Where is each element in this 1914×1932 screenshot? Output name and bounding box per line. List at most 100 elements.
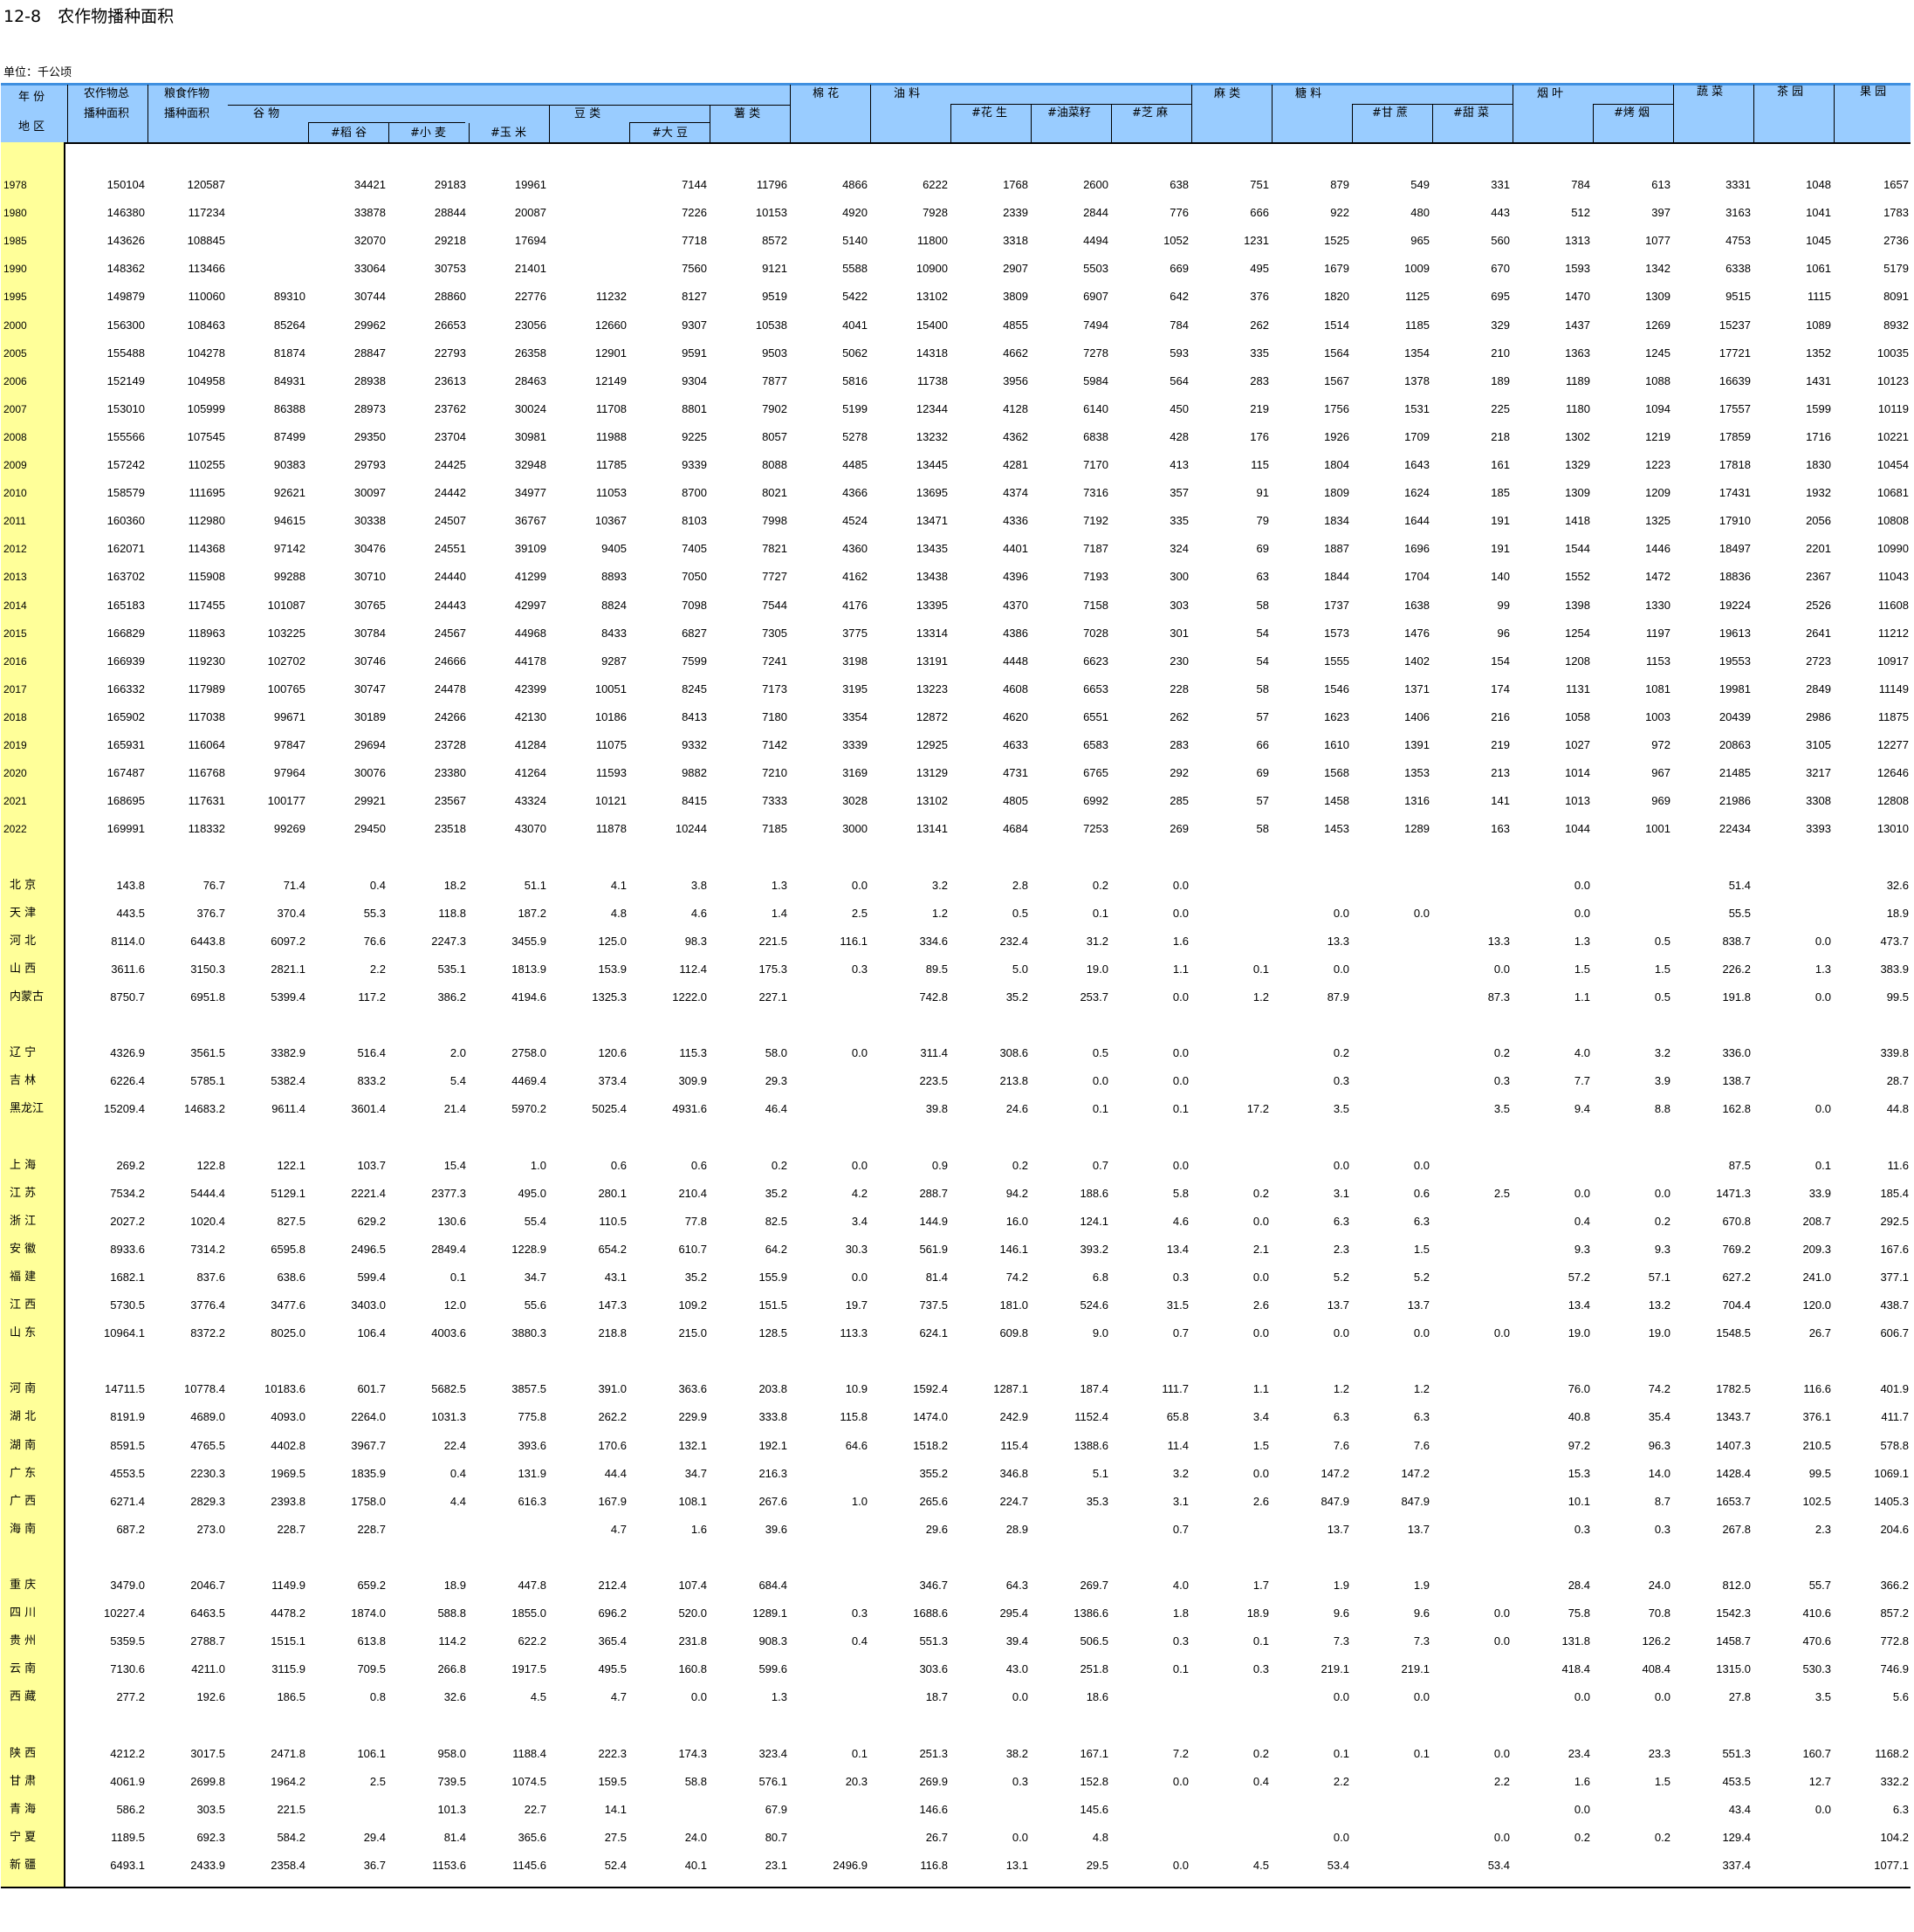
table-cell: 30097 bbox=[353, 486, 386, 500]
table-cell: 120.6 bbox=[598, 1046, 627, 1060]
table-cell: 89.5 bbox=[925, 962, 948, 976]
table-cell: 9882 bbox=[682, 766, 707, 780]
table-cell: 1223 bbox=[1645, 458, 1670, 471]
table-cell: 0.0 bbox=[1654, 1690, 1670, 1704]
table-cell: 24.0 bbox=[684, 1830, 707, 1844]
table-cell: 11.6 bbox=[1887, 1158, 1909, 1172]
table-cell: 28938 bbox=[353, 373, 386, 387]
table-cell: 131.8 bbox=[1561, 1634, 1590, 1648]
table-cell: 1564 bbox=[1324, 346, 1349, 360]
table-cell: 30753 bbox=[434, 262, 466, 276]
table-cell: 14.0 bbox=[1648, 1466, 1670, 1480]
table-cell: 28.9 bbox=[1005, 1522, 1028, 1536]
table-cell: 1437 bbox=[1565, 318, 1590, 332]
table-cell: 20863 bbox=[1718, 738, 1751, 751]
table-cell: 58 bbox=[1256, 822, 1269, 836]
table-cell: 495.0 bbox=[518, 1186, 546, 1200]
table-cell: 118963 bbox=[188, 626, 225, 640]
table-cell: 4.2 bbox=[851, 1186, 868, 1200]
table-cell: 44.4 bbox=[604, 1466, 627, 1480]
table-cell: 11796 bbox=[756, 178, 787, 191]
table-cell: 11043 bbox=[1877, 570, 1909, 584]
table-cell: 1.0 bbox=[530, 1158, 546, 1172]
table-cell: 2821.1 bbox=[271, 962, 305, 976]
table-cell: 704.4 bbox=[1722, 1298, 1751, 1312]
table-cell: 30024 bbox=[514, 401, 546, 415]
table-cell: 166939 bbox=[106, 654, 145, 668]
table-cell: 228.7 bbox=[357, 1522, 386, 1536]
table-cell: 1.6 bbox=[1172, 934, 1189, 948]
table-cell: 301 bbox=[1170, 626, 1189, 640]
table-cell: 1758.0 bbox=[351, 1494, 386, 1508]
table-cell: 112980 bbox=[188, 514, 225, 528]
table-cell: 10244 bbox=[675, 822, 707, 836]
table-cell: 0.2 bbox=[1012, 1158, 1028, 1172]
table-cell: 0.3 bbox=[1493, 1074, 1510, 1088]
table-cell: 4360 bbox=[842, 542, 868, 556]
row-year-label: 2022 bbox=[3, 823, 27, 836]
table-cell: 11875 bbox=[1877, 709, 1909, 723]
table-cell: 2339 bbox=[1003, 206, 1028, 220]
table-cell: 192.1 bbox=[758, 1438, 787, 1452]
table-cell: 355.2 bbox=[919, 1466, 948, 1480]
table-cell: 122.1 bbox=[277, 1158, 305, 1172]
table-cell: 0.0 bbox=[1413, 1690, 1430, 1704]
table-cell: 82.5 bbox=[765, 1214, 787, 1228]
table-cell: 333.8 bbox=[758, 1410, 787, 1424]
table-cell: 1354 bbox=[1404, 346, 1430, 360]
table-cell: 1514 bbox=[1324, 318, 1349, 332]
table-cell: 551.3 bbox=[919, 1634, 948, 1648]
table-cell: 3455.9 bbox=[511, 934, 546, 948]
table-cell: 709.5 bbox=[357, 1662, 386, 1676]
table-cell: 112.4 bbox=[679, 962, 707, 976]
table-cell: 1153 bbox=[1646, 654, 1670, 668]
table-cell: 0.0 bbox=[851, 1158, 868, 1172]
table-cell: 0.0 bbox=[851, 1270, 868, 1284]
table-cell: 33.9 bbox=[1808, 1186, 1831, 1200]
table-cell: 13471 bbox=[916, 514, 948, 528]
table-cell: 104958 bbox=[187, 373, 225, 387]
table-cell: 1.5 bbox=[1413, 1242, 1430, 1256]
header-rapeseed: #油菜籽 bbox=[1047, 106, 1091, 120]
table-cell: 1009 bbox=[1404, 262, 1430, 276]
table-cell: 167.9 bbox=[598, 1494, 627, 1508]
table-cell: 144.9 bbox=[919, 1214, 948, 1228]
row-region-label: 内蒙古 bbox=[10, 990, 45, 1004]
table-cell: 7173 bbox=[762, 682, 787, 695]
row-year-label: 2010 bbox=[3, 487, 27, 500]
table-cell: 4931.6 bbox=[672, 1102, 707, 1116]
table-cell: 0.0 bbox=[1012, 1830, 1028, 1844]
table-cell: 5730.5 bbox=[110, 1298, 145, 1312]
table-cell: 31.5 bbox=[1166, 1298, 1189, 1312]
table-cell: 13.3 bbox=[1327, 934, 1349, 948]
table-cell: 560 bbox=[1491, 234, 1510, 248]
table-cell: 601.7 bbox=[357, 1382, 386, 1396]
table-cell: 141 bbox=[1491, 794, 1510, 808]
table-cell: 116064 bbox=[188, 738, 225, 751]
table-cell: 3331 bbox=[1725, 178, 1751, 191]
table-cell: 401.9 bbox=[1880, 1382, 1909, 1396]
table-cell: 43324 bbox=[514, 794, 546, 808]
table-cell: 30746 bbox=[353, 654, 386, 668]
table-cell: 8.8 bbox=[1654, 1102, 1670, 1116]
table-cell: 19.0 bbox=[1086, 962, 1108, 976]
table-cell: 1001 bbox=[1645, 822, 1670, 836]
table-cell: 14683.2 bbox=[184, 1102, 225, 1116]
table-cell: 3776.4 bbox=[190, 1298, 225, 1312]
table-cell: 847.9 bbox=[1321, 1494, 1349, 1508]
table-cell: 9.3 bbox=[1654, 1242, 1670, 1256]
table-cell: 40.8 bbox=[1568, 1410, 1590, 1424]
table-cell: 191.8 bbox=[1722, 990, 1751, 1004]
table-cell: 39.6 bbox=[765, 1522, 787, 1536]
table-cell: 2.2 bbox=[369, 962, 386, 976]
table-cell: 108.1 bbox=[678, 1494, 707, 1508]
table-cell: 0.0 bbox=[1172, 1774, 1189, 1788]
header-tea: 茶 园 bbox=[1777, 86, 1804, 99]
table-cell: 23.3 bbox=[1648, 1746, 1670, 1760]
table-cell: 13141 bbox=[916, 822, 948, 836]
table-cell: 0.4 bbox=[369, 878, 386, 892]
table-cell: 69 bbox=[1256, 542, 1269, 556]
table-cell: 122.8 bbox=[196, 1158, 225, 1172]
table-cell: 2046.7 bbox=[190, 1579, 225, 1592]
table-cell: 1398 bbox=[1565, 598, 1590, 612]
